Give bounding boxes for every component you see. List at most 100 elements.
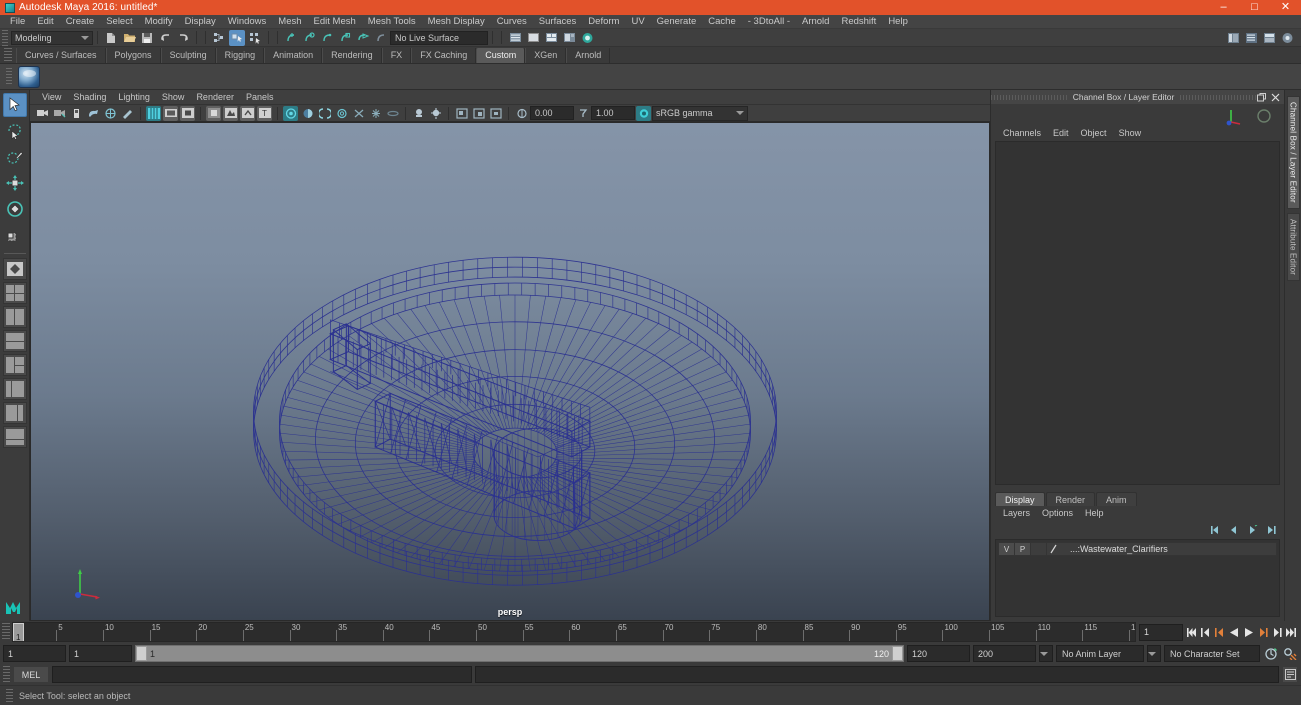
menu-item-redshift[interactable]: Redshift	[835, 15, 882, 29]
close-icon[interactable]	[1270, 92, 1281, 103]
three-panes-split-layout[interactable]	[2, 354, 27, 376]
shelf-tab-fx[interactable]: FX	[381, 48, 412, 63]
step-back-frame-icon[interactable]	[1214, 624, 1227, 640]
shelf-content-gripper[interactable]	[6, 67, 12, 86]
menu-item-curves[interactable]: Curves	[491, 15, 533, 29]
character-set-selector[interactable]: No Character Set	[1164, 645, 1260, 662]
snap-to-grid-icon[interactable]	[283, 30, 299, 46]
anti-alias-icon[interactable]	[351, 106, 366, 121]
resolution-gate-icon[interactable]	[180, 105, 195, 121]
camera-attributes-icon[interactable]	[69, 106, 84, 121]
snap-to-projected-center-icon[interactable]	[337, 30, 353, 46]
shelf-tab-fx-caching[interactable]: FX Caching	[411, 48, 477, 63]
viewport-menu-shading[interactable]: Shading	[67, 90, 112, 105]
layer-list[interactable]: V P ...:Wastewater_Clarifiers	[995, 539, 1280, 617]
close-button[interactable]: ✕	[1270, 0, 1301, 15]
menu-item-surfaces[interactable]: Surfaces	[533, 15, 583, 29]
view-transform-toggle-icon[interactable]	[454, 106, 469, 121]
wireframe-on-shaded-icon[interactable]	[283, 105, 298, 121]
menu-item-edit[interactable]: Edit	[31, 15, 59, 29]
xray-joints-icon[interactable]	[240, 105, 255, 121]
playhead[interactable]: 1	[13, 623, 24, 641]
viewport-menu-renderer[interactable]: Renderer	[190, 90, 240, 105]
layer-stop-icon[interactable]	[1227, 524, 1240, 536]
scale-tool[interactable]	[3, 223, 27, 247]
menu-item-modify[interactable]: Modify	[139, 15, 179, 29]
anim-layer-dropdown[interactable]	[1147, 645, 1161, 662]
color-management-icon[interactable]	[636, 105, 651, 121]
menu-item-uv[interactable]: UV	[625, 15, 650, 29]
layer-next-icon[interactable]	[1263, 524, 1276, 536]
go-to-end-icon[interactable]	[1284, 624, 1297, 640]
menu-item-arnold[interactable]: Arnold	[796, 15, 835, 29]
play-forwards-icon[interactable]	[1242, 624, 1255, 640]
step-forward-frame-icon[interactable]	[1256, 624, 1269, 640]
channel-menu-show[interactable]: Show	[1113, 126, 1148, 141]
menu-item-generate[interactable]: Generate	[651, 15, 703, 29]
multisample-icon[interactable]	[368, 106, 383, 121]
exposure-icon[interactable]	[514, 106, 529, 121]
command-input[interactable]	[52, 666, 472, 683]
viewport-menu-show[interactable]: Show	[156, 90, 191, 105]
live-surface-field[interactable]: No Live Surface	[390, 30, 488, 45]
side-tab-attribute-editor[interactable]: Attribute Editor	[1286, 212, 1300, 281]
move-tool[interactable]	[3, 171, 27, 195]
select-by-hierarchy-icon[interactable]	[211, 30, 227, 46]
xray-icon[interactable]	[223, 105, 238, 121]
command-output[interactable]	[475, 666, 1279, 683]
help-line-gripper[interactable]	[6, 688, 13, 703]
make-live-icon[interactable]	[373, 30, 389, 46]
snap-to-point-icon[interactable]	[319, 30, 335, 46]
four-view-layout[interactable]	[2, 282, 27, 304]
texture-icon[interactable]: T	[257, 105, 272, 121]
time-slider[interactable]: 1 5 10 15 20 25 30 35 40 45 50 55 60 65 70 75 80 85 90 95 1…	[12, 622, 1136, 642]
two-d-pan-zoom-icon[interactable]	[120, 106, 135, 121]
shelf-tab-animation[interactable]: Animation	[264, 48, 323, 63]
viewport-menu-panels[interactable]: Panels	[240, 90, 280, 105]
layer-tab-render[interactable]: Render	[1045, 492, 1096, 506]
layer-play-icon[interactable]	[1245, 524, 1258, 536]
rotate-tool[interactable]	[3, 197, 27, 221]
exposure-field[interactable]: 0.00	[530, 106, 574, 120]
menu-item-edit-mesh[interactable]: Edit Mesh	[308, 15, 362, 29]
menu-item-cache[interactable]: Cache	[702, 15, 741, 29]
lighting-icon[interactable]	[428, 106, 443, 121]
shelf-gripper[interactable]	[4, 48, 12, 61]
select-camera-icon[interactable]	[35, 106, 50, 121]
viewport-menu-view[interactable]: View	[36, 90, 67, 105]
single-perspective-layout[interactable]	[2, 258, 27, 280]
show-render-view-icon[interactable]	[561, 30, 577, 46]
channel-box-content[interactable]	[995, 141, 1280, 485]
layer-prev-icon[interactable]	[1209, 524, 1222, 536]
select-by-object-icon[interactable]	[229, 29, 245, 46]
shelf-tab-custom[interactable]: Custom	[476, 48, 526, 63]
motion-blur-icon[interactable]	[334, 106, 349, 121]
playback-options-dropdown[interactable]	[1039, 645, 1053, 662]
layer-menu-options[interactable]: Options	[1036, 506, 1079, 521]
shadows-icon[interactable]	[300, 106, 315, 121]
script-editor-icon[interactable]	[1282, 666, 1298, 683]
snap-to-curve-icon[interactable]	[301, 30, 317, 46]
gamma-field[interactable]: 1.00	[591, 106, 635, 120]
save-scene-icon[interactable]	[139, 30, 155, 46]
shelf-tab-curves-surfaces[interactable]: Curves / Surfaces	[16, 48, 106, 63]
lasso-select-tool[interactable]	[3, 119, 27, 143]
auto-keyframe-icon[interactable]	[1263, 646, 1279, 662]
shelf-tab-sculpting[interactable]: Sculpting	[160, 48, 216, 63]
layer-tab-display[interactable]: Display	[995, 492, 1045, 506]
anim-end-field[interactable]: 200	[973, 645, 1036, 662]
menu-item-mesh-tools[interactable]: Mesh Tools	[362, 15, 422, 29]
menu-item-mesh-display[interactable]: Mesh Display	[422, 15, 491, 29]
menu-item-3dtoall[interactable]: - 3DtoAll -	[742, 15, 796, 29]
step-back-keyframe-icon[interactable]	[1200, 624, 1213, 640]
undo-icon[interactable]	[157, 30, 173, 46]
lock-camera-icon[interactable]	[52, 106, 67, 121]
new-scene-icon[interactable]	[103, 30, 119, 46]
anim-layer-selector[interactable]: No Anim Layer	[1056, 645, 1144, 662]
hypershade-persp-layout[interactable]	[2, 402, 27, 424]
persp-graph-layout[interactable]	[2, 426, 27, 448]
snap-to-view-plane-icon[interactable]	[355, 30, 371, 46]
view-transform-selector[interactable]: sRGB gamma	[652, 105, 748, 121]
go-to-start-icon[interactable]	[1186, 624, 1199, 640]
layer-menu-help[interactable]: Help	[1079, 506, 1110, 521]
